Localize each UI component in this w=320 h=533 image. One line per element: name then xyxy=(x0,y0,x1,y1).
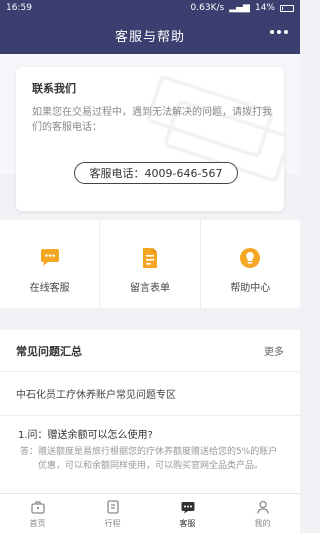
phone-label: 客服电话：4009-646-567 xyxy=(89,167,223,180)
service-label: 留言表单 xyxy=(129,283,170,294)
tab-label: 首页 xyxy=(29,519,46,528)
tab-label: 我的 xyxy=(254,519,271,528)
nav-bar: 客服与帮助 xyxy=(0,16,300,54)
status-right: 0.63K/s ▂▄▆ 14% xyxy=(191,3,294,13)
service-grid: 在线客服 留言表单 帮助中心 xyxy=(0,220,300,308)
faq-more-link[interactable]: 更多 xyxy=(264,343,284,358)
chat-bubble-icon xyxy=(40,249,59,266)
faq-question: 1.问：赠送余额可以怎么使用? xyxy=(18,430,153,441)
battery-percent: 14% xyxy=(254,3,275,13)
network-speed: 0.63K/s xyxy=(190,3,225,13)
lightbulb-icon xyxy=(240,248,261,268)
phone-button[interactable]: 客服电话：4009-646-567 xyxy=(74,162,238,184)
online-service-button[interactable]: 在线客服 xyxy=(0,220,101,308)
status-time: 16:59 xyxy=(6,3,32,13)
help-center-button[interactable]: 帮助中心 xyxy=(201,220,300,308)
status-bar: 16:59 0.63K/s ▂▄▆ 14% xyxy=(0,0,300,16)
battery-icon xyxy=(280,4,294,12)
tab-itinerary[interactable]: 行程 xyxy=(75,494,150,533)
service-label: 在线客服 xyxy=(29,283,70,294)
message-form-button[interactable]: 留言表单 xyxy=(100,220,201,308)
document-edit-icon xyxy=(142,248,157,268)
faq-title: 常见问题汇总 xyxy=(16,344,82,358)
tab-customer-service[interactable]: 客服 xyxy=(150,494,225,533)
faq-header: 常见问题汇总 更多 xyxy=(0,330,300,372)
tab-label: 行程 xyxy=(104,519,121,528)
tab-label: 客服 xyxy=(179,519,196,528)
itinerary-icon xyxy=(106,500,119,514)
contact-description: 如果您在交易过程中，遇到无法解决的问题，请拨打我们的客服电话： xyxy=(32,107,272,133)
more-dots-icon[interactable] xyxy=(270,30,288,34)
tab-home[interactable]: 首页 xyxy=(0,494,75,533)
signal-icon: ▂▄▆ xyxy=(229,3,250,13)
page-title: 客服与帮助 xyxy=(114,29,185,45)
faq-answer-label: 答： xyxy=(20,447,39,457)
tab-profile[interactable]: 我的 xyxy=(225,494,300,533)
faq-panel: 常见问题汇总 更多 中石化员工疗休养账户常见问题专区 1.问：赠送余额可以怎么使… xyxy=(0,330,300,500)
contact-card: 联系我们 如果您在交易过程中，遇到无法解决的问题，请拨打我们的客服电话： 客服电… xyxy=(16,67,284,211)
faq-section-link[interactable]: 中石化员工疗休养账户常见问题专区 xyxy=(0,372,300,416)
bottom-tab-bar: 首页 行程 客服 我的 xyxy=(0,493,300,533)
faq-answer-text: 赠送额度是易旅行根据您的疗休养额度赠送给您的5%的账户优惠，可以和余额同样使用，… xyxy=(38,447,278,471)
customer-service-icon xyxy=(181,502,194,514)
contact-title: 联系我们 xyxy=(32,82,76,95)
service-label: 帮助中心 xyxy=(230,283,271,294)
faq-answer: 答： 赠送额度是易旅行根据您的疗休养额度赠送给您的5%的账户优惠，可以和余额同样… xyxy=(18,445,282,473)
faq-item[interactable]: 1.问：赠送余额可以怎么使用? 答： 赠送额度是易旅行根据您的疗休养额度赠送给您… xyxy=(0,416,300,473)
profile-icon xyxy=(256,500,269,514)
home-briefcase-icon xyxy=(30,501,45,514)
